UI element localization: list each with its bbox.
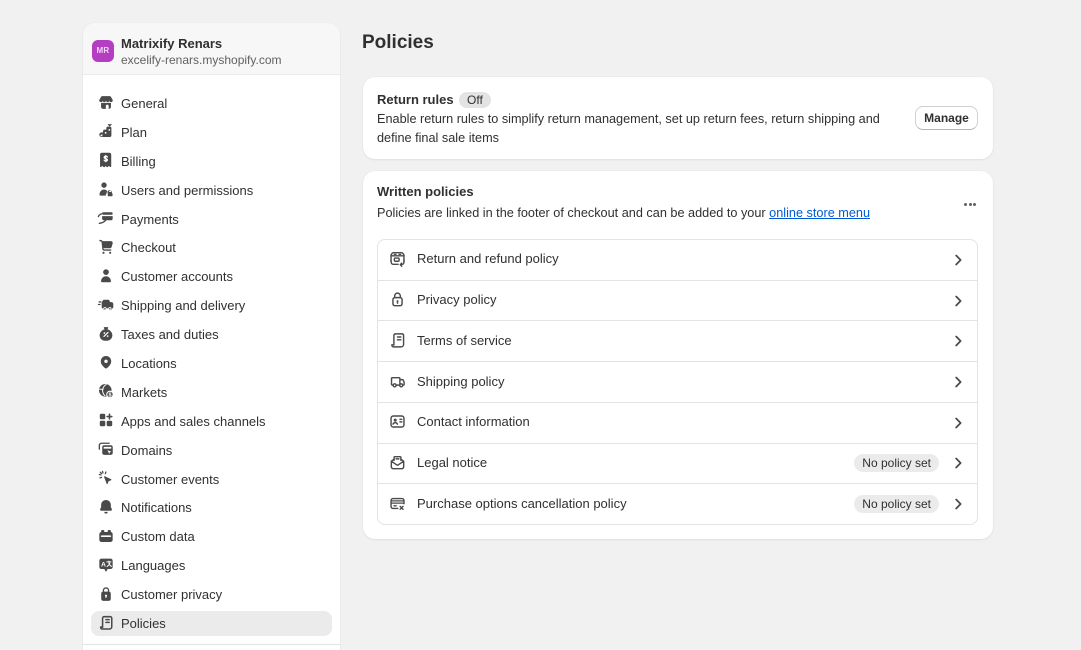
svg-text:A: A bbox=[101, 561, 106, 568]
svg-text:$: $ bbox=[109, 393, 112, 399]
